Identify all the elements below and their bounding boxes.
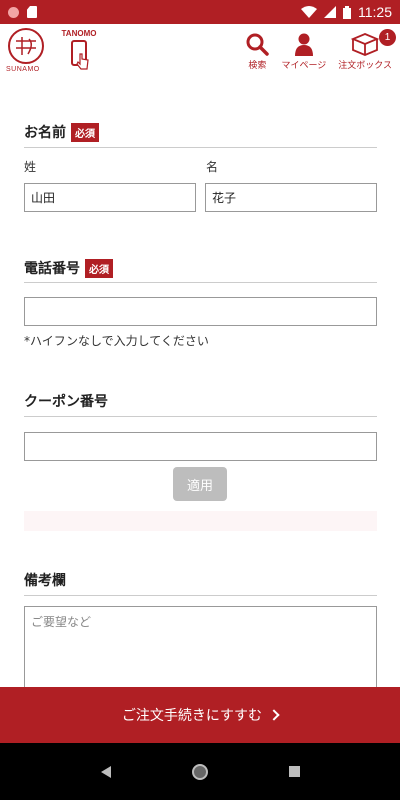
box-icon [351, 33, 380, 56]
system-nav-bar [0, 743, 400, 800]
phone-input[interactable] [24, 297, 377, 326]
status-time: 11:25 [358, 4, 392, 20]
signal-icon [324, 6, 336, 18]
first-name-input[interactable]: 花子 [205, 183, 377, 212]
phone-tap-icon [71, 40, 89, 70]
sunamo-logo[interactable]: SUNAMO [6, 28, 46, 73]
phone-heading: 電話番号 必須 [24, 258, 113, 278]
back-icon[interactable] [100, 765, 111, 778]
mypage-label: マイページ [281, 61, 327, 71]
notes-heading: 備考欄 [24, 570, 66, 590]
coupon-input[interactable] [24, 432, 377, 461]
divider [24, 282, 377, 283]
required-badge: 必須 [85, 258, 113, 278]
notes-heading-text: 備考欄 [24, 573, 66, 589]
notes-textarea[interactable]: ご要望など [24, 606, 377, 696]
sim-card-icon [27, 6, 37, 18]
cta-label: ご注文手続きにすすむ [121, 708, 263, 724]
notification-dot-icon [8, 6, 19, 18]
chevron-right-icon [268, 709, 280, 721]
battery-icon [343, 5, 351, 19]
logo-text: SUNAMO [6, 66, 40, 73]
order-box-button[interactable]: 注文ボックス 1 [338, 29, 396, 71]
home-icon[interactable] [191, 763, 208, 780]
logo-mark-icon [8, 28, 44, 64]
search-icon [246, 33, 270, 56]
wifi-icon [301, 6, 317, 18]
status-bar: 11:25 [0, 0, 400, 24]
proceed-to-checkout-button[interactable]: ご注文手続きにすすむ [0, 687, 400, 743]
name-heading: お名前 必須 [24, 122, 99, 142]
header-actions: 検索 マイページ 注文ボックス 1 [245, 29, 396, 71]
tanomo-button[interactable]: TANOMO [58, 29, 100, 70]
required-badge: 必須 [71, 122, 99, 142]
apply-coupon-button[interactable]: 適用 [173, 467, 227, 501]
status-left [8, 6, 37, 18]
divider [24, 416, 377, 417]
status-right: 11:25 [301, 4, 392, 20]
coupon-message-area [24, 511, 377, 531]
divider [24, 595, 377, 596]
last-name-input[interactable]: 山田 [24, 183, 196, 212]
coupon-heading-text: クーポン番号 [24, 394, 108, 410]
user-icon [294, 33, 313, 56]
first-name-label: 名 [206, 160, 219, 174]
order-box-label: 注文ボックス [338, 61, 392, 71]
search-label: 検索 [248, 61, 267, 71]
search-button[interactable]: 検索 [245, 32, 270, 71]
mypage-button[interactable]: マイページ [281, 32, 326, 71]
app-header: SUNAMO TANOMO 検索 マイページ 注文ボックス 1 [0, 24, 400, 84]
phone-heading-text: 電話番号 [24, 261, 80, 277]
divider [24, 147, 377, 148]
name-heading-text: お名前 [24, 125, 66, 141]
last-name-label: 姓 [24, 160, 37, 174]
recent-apps-icon[interactable] [288, 766, 300, 777]
tanomo-label: TANOMO [61, 29, 97, 38]
coupon-heading: クーポン番号 [24, 391, 108, 411]
cart-count-badge: 1 [379, 29, 396, 46]
phone-helper-text: *ハイフンなしで入力してください [24, 334, 209, 348]
